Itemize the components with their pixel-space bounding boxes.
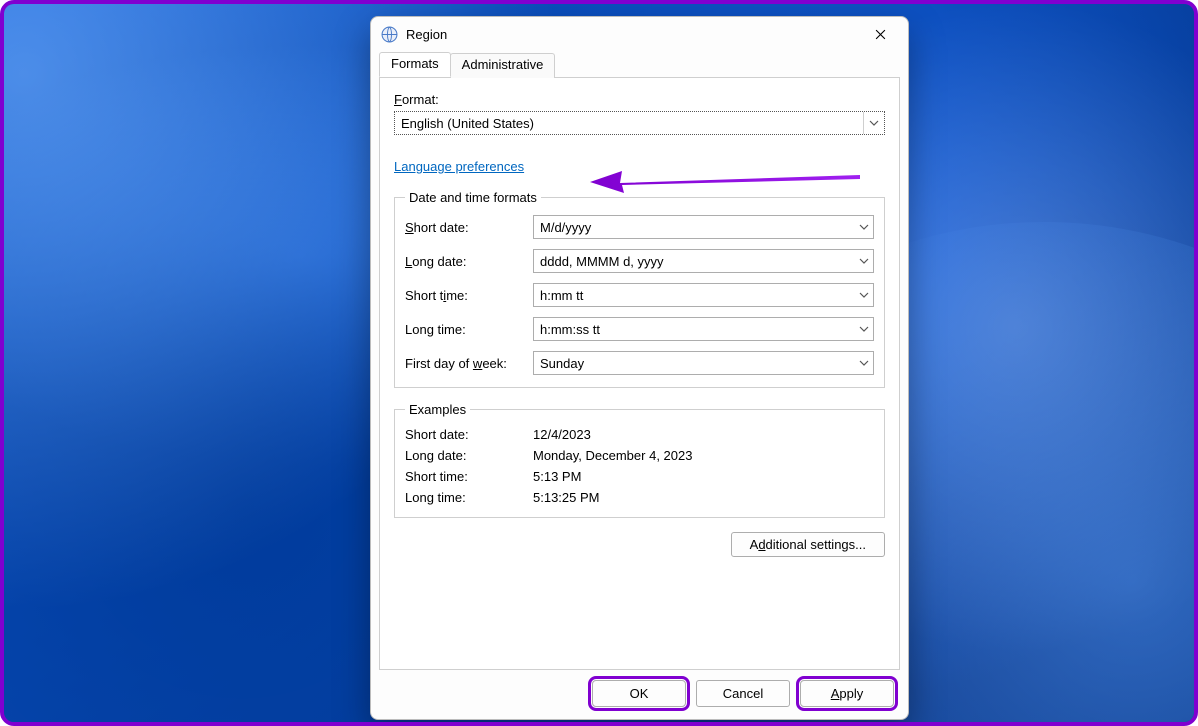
chevron-down-icon	[855, 222, 873, 232]
chevron-down-icon	[863, 112, 884, 134]
additional-settings-button[interactable]: Additional settings...	[731, 532, 885, 557]
long-time-dropdown[interactable]: h:mm:ss tt	[533, 317, 874, 341]
short-time-label: Short time:	[405, 288, 533, 303]
long-date-label: Long date:	[405, 254, 533, 269]
example-short-time-value: 5:13 PM	[533, 469, 581, 484]
chevron-down-icon	[855, 358, 873, 368]
dialog-button-row: OK Cancel Apply	[371, 670, 908, 719]
tab-panel-formats: Format: English (United States) Language…	[379, 77, 900, 670]
chevron-down-icon	[855, 290, 873, 300]
example-short-date-label: Short date:	[405, 427, 533, 442]
language-preferences-link[interactable]: Language preferences	[394, 159, 524, 174]
close-button[interactable]	[858, 20, 902, 50]
apply-button[interactable]: Apply	[800, 680, 894, 707]
date-time-formats-group: Date and time formats Short date: M/d/yy…	[394, 190, 885, 388]
format-dropdown[interactable]: English (United States)	[394, 111, 885, 135]
example-long-date-value: Monday, December 4, 2023	[533, 448, 692, 463]
short-date-dropdown[interactable]: M/d/yyyy	[533, 215, 874, 239]
cancel-button[interactable]: Cancel	[696, 680, 790, 707]
close-icon	[875, 29, 886, 40]
examples-group: Examples Short date:12/4/2023 Long date:…	[394, 402, 885, 518]
tabs: Formats Administrative	[379, 52, 900, 77]
titlebar: Region	[371, 17, 908, 52]
region-globe-icon	[381, 26, 398, 43]
example-long-date-label: Long date:	[405, 448, 533, 463]
short-date-label: Short date:	[405, 220, 533, 235]
short-time-dropdown[interactable]: h:mm tt	[533, 283, 874, 307]
format-selected-value: English (United States)	[401, 116, 863, 131]
first-day-of-week-dropdown[interactable]: Sunday	[533, 351, 874, 375]
example-long-time-label: Long time:	[405, 490, 533, 505]
example-long-time-value: 5:13:25 PM	[533, 490, 600, 505]
format-label: Format:	[394, 92, 439, 107]
long-time-label: Long time:	[405, 322, 533, 337]
tab-administrative[interactable]: Administrative	[450, 53, 556, 78]
example-short-date-value: 12/4/2023	[533, 427, 591, 442]
region-dialog: Region Formats Administrative Format: En…	[370, 16, 909, 720]
example-short-time-label: Short time:	[405, 469, 533, 484]
long-date-dropdown[interactable]: dddd, MMMM d, yyyy	[533, 249, 874, 273]
chevron-down-icon	[855, 256, 873, 266]
tab-formats[interactable]: Formats	[379, 52, 451, 77]
chevron-down-icon	[855, 324, 873, 334]
date-time-formats-legend: Date and time formats	[405, 190, 541, 205]
annotation-arrow	[590, 160, 860, 194]
ok-button[interactable]: OK	[592, 680, 686, 707]
first-day-of-week-label: First day of week:	[405, 356, 533, 371]
examples-legend: Examples	[405, 402, 470, 417]
window-title: Region	[406, 27, 858, 42]
